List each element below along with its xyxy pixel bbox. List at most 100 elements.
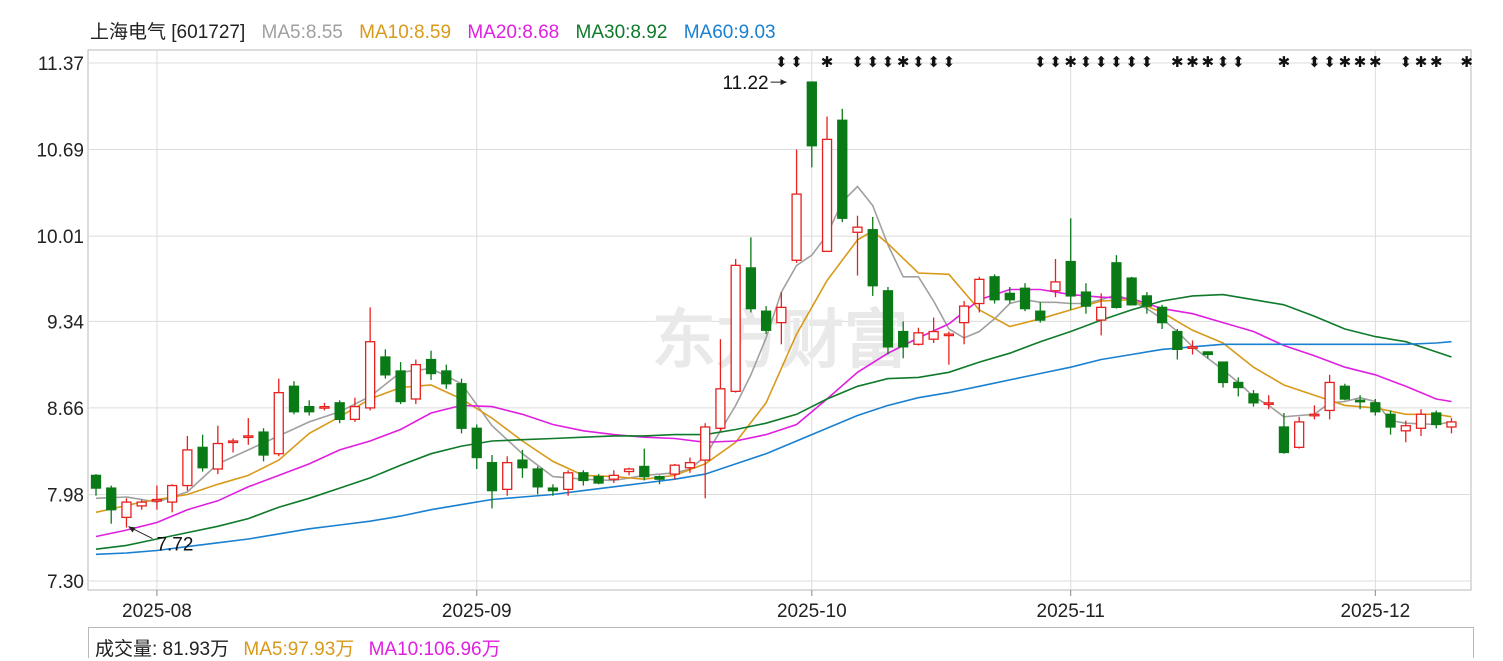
signal-marker: ✱ <box>1186 53 1199 71</box>
candle-body <box>882 290 894 348</box>
signal-marker: ✱ <box>821 53 834 71</box>
signal-marker: ✱ <box>1369 53 1382 71</box>
candle-body <box>700 426 711 461</box>
candle <box>1126 276 1137 306</box>
candle-body <box>898 330 909 348</box>
candle-body <box>974 278 985 305</box>
candle <box>989 274 1000 304</box>
signal-marker: ⬍ <box>790 53 803 71</box>
candle-body <box>1263 402 1274 405</box>
signal-marker: ⬍ <box>1125 53 1138 71</box>
signal-marker: ⬍ <box>1323 53 1336 71</box>
stock-title: 上海电气 [601727] <box>90 22 246 43</box>
candle-body <box>852 226 863 233</box>
signal-marker: ⬍ <box>1141 53 1154 71</box>
candle-body <box>441 370 452 385</box>
candle-body <box>288 385 300 413</box>
candle-body <box>1004 292 1015 301</box>
candle-body <box>1233 381 1244 389</box>
signal-marker: ⬍ <box>1049 53 1062 71</box>
candle-body <box>166 484 178 503</box>
volume-ma5: MA5:97.93万 <box>243 639 355 660</box>
signal-marker: ⬍ <box>775 53 788 71</box>
y-tick-label: 7.30 <box>47 572 84 593</box>
signal-marker: ⬍ <box>866 53 879 71</box>
y-tick-label: 7.98 <box>47 485 84 506</box>
candle-body <box>1309 413 1320 417</box>
candle-body <box>425 358 437 375</box>
signal-marker: ✱ <box>1339 53 1352 71</box>
y-tick-label: 10.01 <box>36 227 84 248</box>
candle-body <box>334 402 345 421</box>
candle-body <box>1126 277 1137 306</box>
candle <box>502 456 513 496</box>
candle-body <box>380 356 391 376</box>
candle-body <box>304 405 315 413</box>
candle <box>882 287 894 355</box>
legend-ma5: MA5:8.55 <box>261 22 343 43</box>
candle-body <box>502 461 513 491</box>
candle-body <box>1187 346 1198 349</box>
candle-body <box>562 472 574 491</box>
candle-body <box>273 391 284 455</box>
y-tick-label: 8.66 <box>47 399 84 420</box>
candle-body <box>243 435 254 439</box>
candle-body <box>1370 402 1381 413</box>
candle-body <box>1294 421 1305 449</box>
signal-marker: ✱ <box>1460 53 1473 71</box>
signal-marker: ✱ <box>1064 53 1077 71</box>
candle <box>288 381 300 415</box>
volume-legend: 成交量: 81.93万 MA5:97.93万 MA10:106.96万 <box>95 634 510 661</box>
candle-body <box>806 81 817 147</box>
candle-body <box>958 305 970 324</box>
candle-body <box>182 449 193 487</box>
candle-body <box>821 138 833 253</box>
candle-body <box>1324 381 1335 412</box>
candle-body <box>1248 393 1259 404</box>
y-tick-label: 9.34 <box>47 312 84 333</box>
candle-body <box>547 487 559 492</box>
legend-ma10: MA10:8.59 <box>359 22 452 43</box>
high-annotation-label: 11.22 <box>722 73 768 94</box>
candle <box>456 378 467 434</box>
signal-marker: ⬍ <box>927 53 940 71</box>
chart-legend: 上海电气 [601727] MA5:8.55 MA10:8.59 MA20:8.… <box>90 21 787 45</box>
candle-body <box>1156 306 1168 324</box>
signal-marker: ⬍ <box>1308 53 1321 71</box>
candle-body <box>532 468 543 488</box>
candle-body <box>517 459 528 469</box>
candle-body <box>1141 295 1153 307</box>
signal-marker: ⬍ <box>943 53 956 71</box>
x-tick-label: 2025-09 <box>442 601 512 622</box>
candle-body <box>486 461 498 492</box>
candle-body <box>1111 262 1122 309</box>
candle <box>334 400 345 424</box>
legend-ma20: MA20:8.68 <box>467 22 560 43</box>
signal-marker: ⬍ <box>1034 53 1047 71</box>
candle-body <box>151 498 163 502</box>
candle-body <box>212 442 223 470</box>
candle-body <box>1415 413 1427 429</box>
y-tick-label: 11.37 <box>38 54 84 75</box>
signal-marker: ✱ <box>1202 53 1215 71</box>
candle-body <box>1400 425 1411 432</box>
volume-label: 成交量: 81.93万 <box>95 639 230 660</box>
candle-body <box>1354 399 1366 403</box>
candle-body <box>258 431 269 456</box>
x-tick-label: 2025-11 <box>1037 601 1105 622</box>
legend-ma60: MA60:9.03 <box>683 22 776 43</box>
candle-body <box>121 501 132 519</box>
candle-body <box>791 193 802 261</box>
candle-body <box>1019 287 1031 310</box>
volume-ma10: MA10:106.96万 <box>368 639 501 660</box>
candle-body <box>1278 426 1290 454</box>
candle-body <box>730 264 741 393</box>
signal-marker: ⬍ <box>1110 53 1123 71</box>
candle-body <box>715 388 726 429</box>
candle-body <box>456 383 467 429</box>
candle-body <box>319 405 330 409</box>
candle-body <box>1172 330 1183 351</box>
candle-body <box>1096 306 1107 321</box>
candle-body <box>227 440 239 444</box>
candle-body <box>1065 260 1076 297</box>
